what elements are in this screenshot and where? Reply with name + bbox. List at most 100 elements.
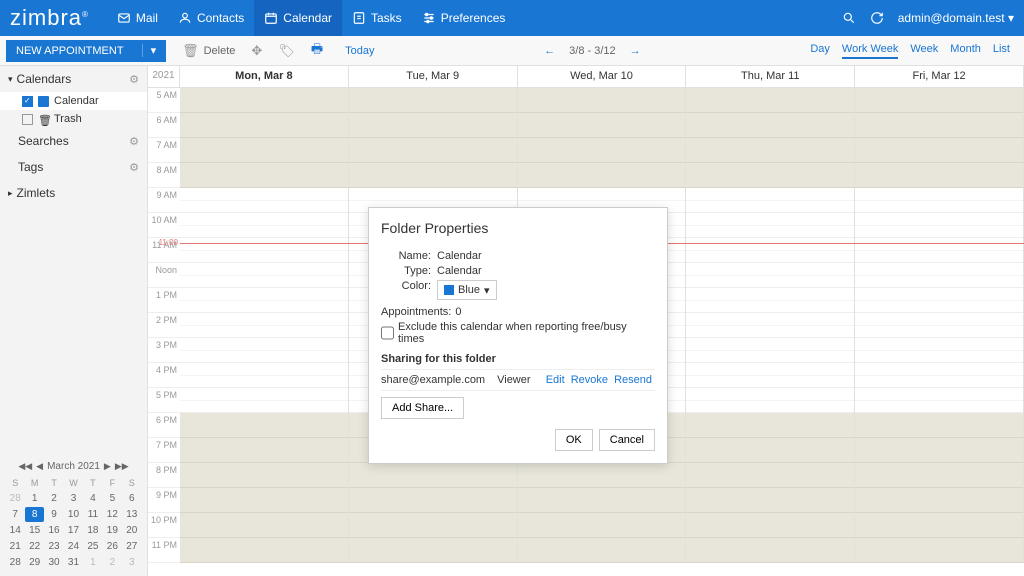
mini-day[interactable]: 21 [6, 539, 24, 554]
hour-cell[interactable] [686, 463, 854, 488]
hour-cell[interactable] [855, 438, 1023, 463]
day-header-fri[interactable]: Fri, Mar 12 [855, 66, 1024, 87]
view-work-week[interactable]: Work Week [842, 43, 898, 59]
mini-day[interactable]: 30 [45, 555, 63, 570]
hour-cell[interactable] [686, 363, 854, 388]
exclude-checkbox[interactable] [381, 321, 394, 345]
mini-day[interactable]: 28 [6, 555, 24, 570]
day-header-thu[interactable]: Thu, Mar 11 [686, 66, 855, 87]
print-button[interactable]: 🖶 [303, 40, 331, 62]
mini-day[interactable]: 18 [84, 523, 102, 538]
hour-cell[interactable] [855, 388, 1023, 413]
view-list[interactable]: List [993, 43, 1010, 59]
checkbox-calendar[interactable] [22, 96, 33, 107]
sidebar-item-trash[interactable]: 🗑 Trash [0, 110, 147, 128]
hour-cell[interactable] [180, 413, 348, 438]
mini-day[interactable]: 11 [84, 507, 102, 522]
hour-cell[interactable] [855, 338, 1023, 363]
chevron-down-icon[interactable]: ▾ [142, 44, 157, 57]
mini-day[interactable]: 4 [84, 491, 102, 506]
mini-day[interactable]: 24 [64, 539, 82, 554]
hour-cell[interactable] [686, 313, 854, 338]
hour-cell[interactable] [518, 138, 686, 163]
gear-icon[interactable]: ⚙ [129, 73, 139, 86]
share-edit-link[interactable]: Edit [546, 374, 565, 386]
share-resend-link[interactable]: Resend [614, 374, 652, 386]
hour-cell[interactable] [349, 113, 517, 138]
hour-cell[interactable] [686, 88, 854, 113]
hour-cell[interactable] [349, 488, 517, 513]
share-revoke-link[interactable]: Revoke [571, 374, 608, 386]
mini-day[interactable]: 29 [25, 555, 43, 570]
hour-cell[interactable] [518, 88, 686, 113]
mini-day[interactable]: 31 [64, 555, 82, 570]
hour-cell[interactable] [855, 463, 1023, 488]
hour-cell[interactable] [686, 188, 854, 213]
day-column[interactable] [855, 88, 1024, 563]
day-header-tue[interactable]: Tue, Mar 9 [349, 66, 518, 87]
hour-cell[interactable] [180, 213, 348, 238]
move-button[interactable]: ✥ [243, 40, 270, 62]
hour-cell[interactable] [180, 438, 348, 463]
hour-cell[interactable] [686, 338, 854, 363]
add-share-button[interactable]: Add Share... [381, 397, 464, 419]
hour-cell[interactable] [855, 88, 1023, 113]
mini-day[interactable]: 28 [6, 491, 24, 506]
tag-button[interactable]: 🏷 [270, 40, 303, 62]
hour-cell[interactable] [686, 538, 854, 563]
hour-cell[interactable] [180, 513, 348, 538]
hour-cell[interactable] [686, 263, 854, 288]
hour-cell[interactable] [855, 488, 1023, 513]
tab-tasks[interactable]: Tasks [342, 0, 412, 36]
hour-cell[interactable] [180, 188, 348, 213]
mini-day[interactable]: 27 [123, 539, 141, 554]
hour-cell[interactable] [180, 163, 348, 188]
mini-next-year[interactable]: ▶▶ [115, 461, 129, 472]
hour-cell[interactable] [180, 138, 348, 163]
mini-day[interactable]: 3 [123, 555, 141, 570]
checkbox-trash[interactable] [22, 114, 33, 125]
hour-cell[interactable] [349, 513, 517, 538]
hour-cell[interactable] [686, 238, 854, 263]
mini-day[interactable]: 26 [103, 539, 121, 554]
mini-day[interactable]: 15 [25, 523, 43, 538]
hour-cell[interactable] [180, 88, 348, 113]
day-column[interactable] [686, 88, 855, 563]
user-label[interactable]: admin@domain.test ▾ [898, 11, 1014, 25]
mini-day[interactable]: 6 [123, 491, 141, 506]
mini-day[interactable]: 2 [45, 491, 63, 506]
mini-day[interactable]: 1 [84, 555, 102, 570]
hour-cell[interactable] [180, 463, 348, 488]
mini-day[interactable]: 5 [103, 491, 121, 506]
tab-mail[interactable]: Mail [107, 0, 168, 36]
view-week[interactable]: Week [910, 43, 938, 59]
hour-cell[interactable] [180, 113, 348, 138]
mini-day[interactable]: 23 [45, 539, 63, 554]
mini-day[interactable]: 2 [103, 555, 121, 570]
hour-cell[interactable] [686, 163, 854, 188]
color-select[interactable]: Blue ▾ [437, 280, 497, 300]
day-header-mon[interactable]: Mon, Mar 8 [180, 66, 349, 87]
delete-button[interactable]: 🗑 Delete [174, 40, 243, 62]
hour-cell[interactable] [518, 113, 686, 138]
hour-cell[interactable] [518, 163, 686, 188]
gear-icon[interactable]: ⚙ [129, 161, 139, 174]
gear-icon[interactable]: ⚙ [129, 135, 139, 148]
mini-day[interactable]: 12 [103, 507, 121, 522]
day-header-wed[interactable]: Wed, Mar 10 [518, 66, 687, 87]
hour-cell[interactable] [180, 313, 348, 338]
hour-cell[interactable] [349, 163, 517, 188]
hour-cell[interactable] [855, 413, 1023, 438]
mini-day[interactable]: 13 [123, 507, 141, 522]
hour-cell[interactable] [855, 288, 1023, 313]
hour-cell[interactable] [855, 138, 1023, 163]
new-appointment-button[interactable]: NEW APPOINTMENT ▾ [6, 40, 166, 62]
mini-day[interactable]: 1 [25, 491, 43, 506]
prev-week-button[interactable]: ← [544, 45, 555, 57]
sidebar-searches-header[interactable]: Searches ⚙ [0, 128, 147, 154]
mini-day[interactable]: 8 [25, 507, 43, 522]
hour-cell[interactable] [855, 163, 1023, 188]
hour-cell[interactable] [686, 488, 854, 513]
mini-prev-month[interactable]: ◀ [36, 461, 43, 472]
today-link[interactable]: Today [345, 45, 374, 57]
